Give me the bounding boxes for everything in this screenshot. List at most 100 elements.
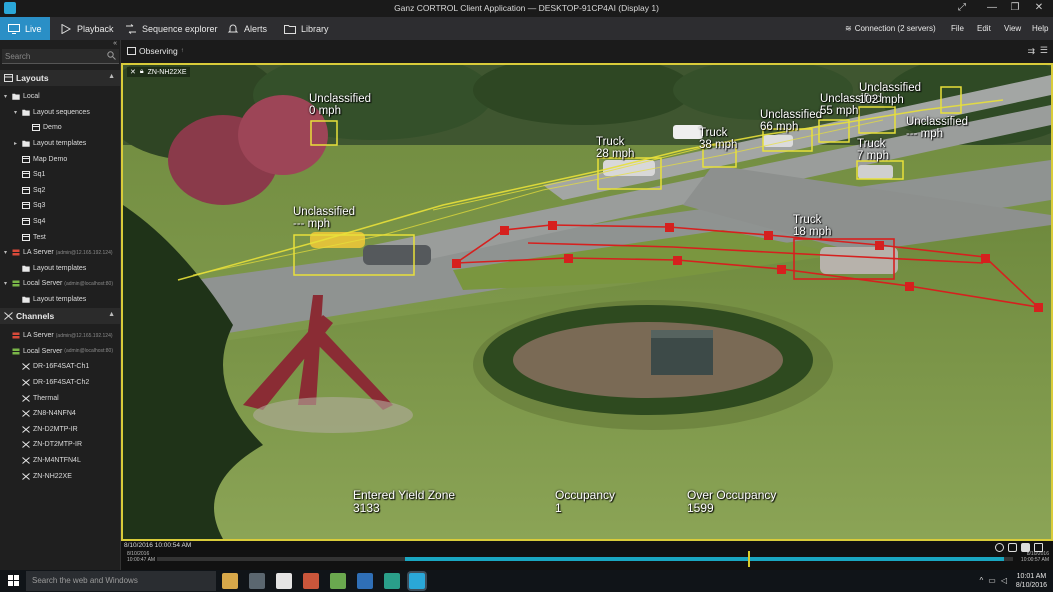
minimize-button[interactable]: — <box>985 2 999 13</box>
taskbar-search-input[interactable]: Search the web and Windows <box>26 571 216 591</box>
cortrol-app-icon[interactable] <box>409 573 425 589</box>
fullscreen-icon[interactable]: ⤢ <box>955 2 969 13</box>
play-icon <box>61 23 72 34</box>
app-icon[interactable] <box>303 573 319 589</box>
tree-item[interactable]: ZN-D2MTP-IR <box>0 422 120 438</box>
restore-button[interactable]: ❐ <box>1008 2 1022 13</box>
observing-tab[interactable]: Observing ↑ <box>127 46 184 56</box>
chevron-up-icon[interactable]: ^ <box>980 576 984 585</box>
timeline-datetime: 8/10/2016 10:00:54 AM <box>124 542 191 549</box>
timeline-track[interactable] <box>157 557 1013 561</box>
channels-icon <box>4 312 13 320</box>
system-tray: ^ ▭ ◁ <box>980 576 1007 585</box>
tree-item[interactable]: LA Server (admin@12.165.192.124) <box>0 328 120 344</box>
tree-item[interactable]: Layout templates <box>0 292 120 308</box>
tree-item[interactable]: Sq2 <box>0 183 120 199</box>
network-icon[interactable]: ▭ <box>988 576 996 585</box>
tree-item[interactable]: ZN-DT2MTP-IR <box>0 437 120 453</box>
tree-item-label: Demo <box>43 124 62 132</box>
video-viewport[interactable]: ✕ 🔒︎ ZN-NH22XE Unclassified 0 mph Unclass… <box>121 63 1053 541</box>
tree-item[interactable]: Thermal <box>0 390 120 406</box>
tree-item[interactable]: ZN8-N4NFN4 <box>0 406 120 422</box>
fullscreen-icon[interactable] <box>1034 543 1043 552</box>
app-icon[interactable] <box>330 573 346 589</box>
tab-live[interactable]: Live <box>0 17 50 40</box>
tree-item[interactable]: DR-16F4SAT-Ch1 <box>0 359 120 375</box>
tree-item[interactable]: Sq1 <box>0 167 120 183</box>
detection-speed: 18 mph <box>793 226 832 238</box>
expand-arrow-icon[interactable]: ▾ <box>4 280 12 287</box>
layout-options-icon[interactable]: ⇉ <box>1027 46 1035 57</box>
menu-view[interactable]: View <box>1004 17 1021 40</box>
app-icon[interactable] <box>357 573 373 589</box>
tree-item[interactable]: ZN-NH22XE <box>0 468 120 484</box>
tree-item-label: ZN-DT2MTP-IR <box>33 441 82 449</box>
search-input[interactable]: Search <box>2 49 119 64</box>
tab-playback[interactable]: Playback <box>52 17 122 40</box>
tree-item[interactable]: ▸ Layout templates <box>0 136 120 152</box>
channels-section-header[interactable]: Channels ▲ <box>0 308 120 324</box>
taskbar-clock[interactable]: 10:01 AM 8/10/2016 <box>1016 572 1047 590</box>
tree-item-sublabel: (admin@localhost:80) <box>64 348 114 355</box>
tree-item-label: Sq4 <box>33 218 46 226</box>
app-icon[interactable] <box>276 573 292 589</box>
collapse-caret-icon[interactable]: ▲ <box>108 73 115 80</box>
tree-item[interactable]: ▾ Layout sequences <box>0 105 120 121</box>
tree-item[interactable]: Map Demo <box>0 151 120 167</box>
server-icon <box>12 348 20 355</box>
close-button[interactable]: ✕ <box>1032 2 1046 13</box>
tree-item[interactable]: Sq3 <box>0 198 120 214</box>
lock-icon[interactable]: 🔒︎ <box>140 68 144 76</box>
tree-item[interactable]: Local Server (admin@localhost:80) <box>0 344 120 360</box>
expand-arrow-icon[interactable]: ▾ <box>4 93 12 100</box>
expand-arrow-icon[interactable]: ▾ <box>4 249 12 256</box>
tree-item[interactable]: Layout templates <box>0 261 120 277</box>
menu-edit[interactable]: Edit <box>977 17 991 40</box>
folder-icon <box>22 109 30 116</box>
expand-arrow-icon[interactable]: ▾ <box>14 109 22 116</box>
clock-time: 10:01 AM <box>1016 573 1047 580</box>
tree-item-label: Sq2 <box>33 186 46 194</box>
expand-arrow-icon[interactable]: ▸ <box>14 140 22 147</box>
tab-alerts[interactable]: Alerts <box>219 17 275 40</box>
channels-tree: LA Server (admin@12.165.192.124) Local Ser… <box>0 328 120 484</box>
stat-over-occupancy: Over Occupancy 1599 <box>687 489 776 515</box>
end-time: 10:00:57 AM <box>1020 557 1049 563</box>
tree-item-sublabel: (admin@12.165.192.124) <box>55 332 113 339</box>
menu-file[interactable]: File <box>951 17 964 40</box>
menu-icon[interactable]: ☰ <box>1040 45 1048 56</box>
windows-start-icon[interactable] <box>8 575 19 586</box>
connection-status[interactable]: ≋ Connection (2 servers) <box>845 17 936 40</box>
close-icon[interactable]: ✕ <box>130 68 136 76</box>
layouts-section-header[interactable]: Layouts ▲ <box>0 70 120 86</box>
tree-item[interactable]: ZN-M4NTFN4L <box>0 453 120 469</box>
camera-snapshot-icon[interactable] <box>1008 543 1017 552</box>
detection-speed: 38 mph <box>699 139 738 151</box>
timeline[interactable]: 8/10/2016 10:00:54 AM 8/10/2016 10:00:47 … <box>121 541 1053 570</box>
tree-item[interactable]: Test <box>0 229 120 245</box>
tab-library[interactable]: Library <box>276 17 337 40</box>
tree-item[interactable]: Demo <box>0 120 120 136</box>
file-explorer-icon[interactable] <box>222 573 238 589</box>
tree-item[interactable]: ▾ Local Server (admin@localhost:80) <box>0 276 120 292</box>
collapse-caret-icon[interactable]: ▲ <box>108 311 115 318</box>
tree-item[interactable]: Sq4 <box>0 214 120 230</box>
volume-icon[interactable]: ◁ <box>1001 576 1007 585</box>
folder-icon <box>12 94 20 100</box>
tree-item[interactable]: ▾ LA Server (admin@12.165.192.124) <box>0 245 120 261</box>
timeline-playhead[interactable] <box>747 551 750 567</box>
menu-help[interactable]: Help <box>1032 17 1048 40</box>
window-title: Ganz CORTROL Client Application — DESKTO… <box>394 3 659 13</box>
detection-label: Truck 7 mph <box>857 138 889 162</box>
tree-item[interactable]: DR-16F4SAT-Ch2 <box>0 375 120 391</box>
play-icon[interactable] <box>1021 543 1030 552</box>
app-icon[interactable] <box>384 573 400 589</box>
folder-icon <box>22 140 30 147</box>
tree-item[interactable]: ▾ Local <box>0 89 120 105</box>
collapse-sidebar-icon[interactable]: « <box>113 40 117 47</box>
tree-item-label: Layout templates <box>33 296 87 304</box>
app-icon[interactable] <box>249 573 265 589</box>
stat-value: 1599 <box>687 501 714 515</box>
tab-sequence-explorer[interactable]: Sequence explorer <box>117 17 226 40</box>
clock-icon[interactable] <box>995 543 1004 552</box>
